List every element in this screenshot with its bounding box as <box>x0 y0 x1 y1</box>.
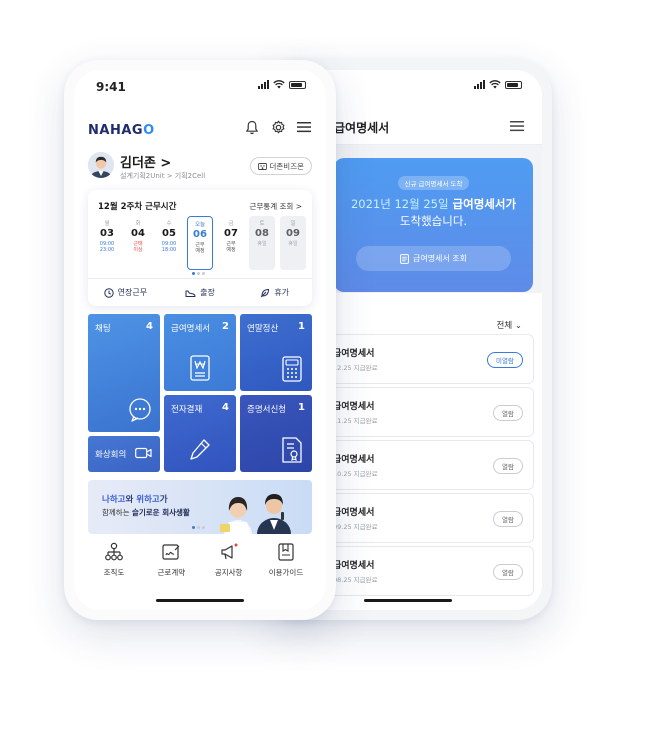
list-item[interactable]: 급여명세서 08.25 지급완료 열람 <box>326 546 534 596</box>
tile-chat[interactable]: 채팅 4 <box>88 314 160 432</box>
banner-headline: 나하고와 위하고가 <box>102 495 168 505</box>
new-payslip-badge: 신규 급여명세서 도착 <box>397 176 470 190</box>
read-button[interactable]: 열람 <box>493 511 523 527</box>
day-cell[interactable]: 일 09 휴일 <box>280 216 306 270</box>
hero-headline: 2021년 12월 25일 급여명세서가 <box>350 197 517 211</box>
banner-page-indicator <box>192 526 205 529</box>
chat-bubble-icon <box>129 398 151 422</box>
work-hours-title: 12월 2주차 근무시간 <box>98 202 177 212</box>
day-cell-today[interactable]: 오늘 06 근무 예정 <box>187 216 213 270</box>
chevron-down-icon: ⌄ <box>514 321 522 331</box>
payslip-hero-card: 신규 급여명세서 도착 2021년 12월 25일 급여명세서가 도착했습니다.… <box>334 158 533 292</box>
leaf-icon <box>261 288 270 297</box>
day-cell[interactable]: 토 08 휴일 <box>249 216 275 270</box>
shoe-icon <box>185 290 196 297</box>
menu-icon[interactable] <box>510 120 524 132</box>
bottom-nav: 조직도 근로계약 공지사항 이용가이드 <box>88 540 312 590</box>
app-logo: NAHAGO <box>88 123 155 138</box>
payslip-list: 급여명세서 12.25 지급완료 미열람 급여명세서 11.25 지급완료 열람… <box>326 334 534 599</box>
avatar[interactable] <box>88 152 114 178</box>
org-chart-icon <box>105 542 123 561</box>
wifi-icon <box>273 80 285 89</box>
page-title: 급여명세서 <box>334 121 390 135</box>
hero-subline: 도착했습니다. <box>399 214 468 228</box>
user-name-link[interactable]: 김더존 > <box>120 152 171 171</box>
home-screen: 9:41 NAHAGO 김더존 > 설계기획2Unit > 기획2Cell 더존… <box>74 70 326 610</box>
work-stats-link[interactable]: 근무통계 조회 > <box>250 201 302 212</box>
certificate-icon <box>282 437 302 463</box>
home-indicator <box>156 599 244 602</box>
nav-notice[interactable]: 공지사항 <box>203 540 255 590</box>
read-button[interactable]: 열람 <box>493 405 523 421</box>
won-receipt-icon <box>190 355 210 381</box>
home-indicator <box>364 599 452 602</box>
bell-icon[interactable] <box>244 119 260 135</box>
view-payslip-button[interactable]: 급여명세서 조회 <box>356 246 511 271</box>
week-calendar: 월 03 09:00 23:00 화 04 근태 이상 수 05 09:00 18:00 오… <box>94 216 306 270</box>
list-item[interactable]: 급여명세서 11.25 지급완료 열람 <box>326 387 534 437</box>
list-item[interactable]: 급여명세서 09.25 지급완료 열람 <box>326 493 534 543</box>
vacation-button[interactable]: 휴가 <box>237 279 312 306</box>
video-camera-icon <box>135 447 152 459</box>
tile-approval[interactable]: 전자결재 4 <box>164 395 236 472</box>
battery-icon <box>289 80 306 89</box>
nav-org-chart[interactable]: 조직도 <box>88 540 140 590</box>
signal-icon <box>474 80 485 89</box>
day-cell[interactable]: 금 07 근무 예정 <box>218 216 244 270</box>
battery-icon <box>505 80 522 89</box>
list-item[interactable]: 급여명세서 10.25 지급완료 열람 <box>326 440 534 490</box>
overtime-button[interactable]: 연장근무 <box>88 279 163 306</box>
clock-icon <box>103 287 114 298</box>
filter-dropdown[interactable]: 전체 ⌄ <box>497 319 522 331</box>
status-time: 9:41 <box>96 80 126 94</box>
status-bar: 9:41 <box>74 70 326 102</box>
day-cell[interactable]: 월 03 09:00 23:00 <box>94 216 120 270</box>
pen-icon <box>190 439 210 460</box>
menu-tiles: 채팅 4 급여명세서 2 연말정산 1 전자결재 4 증명서신청 1 화상회의 <box>88 314 312 472</box>
list-item[interactable]: 급여명세서 12.25 지급완료 미열람 <box>326 334 534 384</box>
megaphone-icon <box>221 543 238 560</box>
tile-certificate[interactable]: 증명서신청 1 <box>240 395 312 472</box>
calculator-icon <box>282 356 302 382</box>
page-indicator <box>192 272 205 275</box>
unread-button[interactable]: 미열람 <box>487 352 523 368</box>
day-cell[interactable]: 화 04 근태 이상 <box>125 216 151 270</box>
gear-icon[interactable] <box>270 119 286 135</box>
building-icon <box>257 163 267 170</box>
day-cell[interactable]: 수 05 09:00 18:00 <box>156 216 182 270</box>
menu-icon[interactable] <box>296 119 312 135</box>
guide-book-icon <box>278 543 294 561</box>
banner-people-illustration <box>220 494 291 534</box>
nav-labor-contract[interactable]: 근로계약 <box>145 540 197 590</box>
tile-payslip[interactable]: 급여명세서 2 <box>164 314 236 391</box>
tile-year-end-settlement[interactable]: 연말정산 1 <box>240 314 312 391</box>
read-button[interactable]: 열람 <box>493 564 523 580</box>
tile-video-meeting[interactable]: 화상회의 <box>88 436 160 472</box>
read-button[interactable]: 열람 <box>493 458 523 474</box>
business-trip-button[interactable]: 출장 <box>163 279 238 306</box>
phone-front: 9:41 NAHAGO 김더존 > 설계기획2Unit > 기획2Cell 더존… <box>64 60 336 620</box>
work-actions: 연장근무 출장 휴가 <box>88 278 312 306</box>
document-icon <box>400 253 409 264</box>
company-button[interactable]: 더존비즈온 <box>249 157 312 175</box>
contract-icon <box>162 544 180 560</box>
user-org: 설계기획2Unit > 기획2Cell <box>120 172 206 180</box>
promo-banner[interactable]: 나하고와 위하고가 함께하는 슬기로운 회사생활 <box>88 480 312 534</box>
signal-icon <box>258 80 269 89</box>
profile-section: 김더존 > 설계기획2Unit > 기획2Cell 더존비즈온 <box>88 152 312 184</box>
work-hours-card: 12월 2주차 근무시간 근무통계 조회 > 월 03 09:00 23:00 화0… <box>88 190 312 306</box>
nav-user-guide[interactable]: 이용가이드 <box>260 540 312 590</box>
banner-subline: 함께하는 슬기로운 회사생활 <box>102 508 190 517</box>
wifi-icon <box>489 80 501 89</box>
